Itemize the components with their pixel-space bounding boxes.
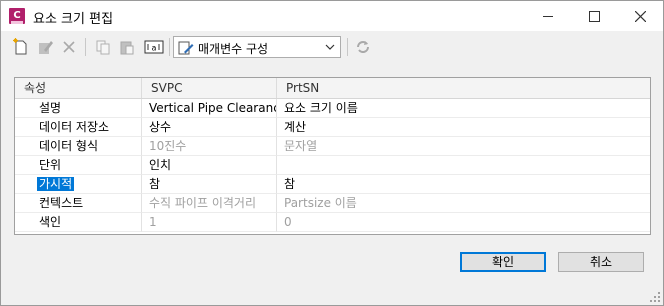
prtsn-cell[interactable]: Partsize 이름 [277,194,650,213]
table-row[interactable]: 가시적 참 참 [15,175,650,194]
svg-text:a: a [152,44,157,53]
parameter-configuration-dropdown[interactable]: 매개변수 구성 [173,36,341,58]
row-label-selected: 가시적 [15,175,142,194]
prtsn-cell[interactable] [277,156,650,175]
svpc-cell[interactable]: 참 [142,175,277,194]
table-row[interactable]: 컨텍스트 수직 파이프 이격거리 Partsize 이름 [15,194,650,213]
new-parameter-icon [13,38,27,55]
toolbar-separator [347,38,348,56]
delete-icon [63,41,75,53]
edit-parameter-icon [39,41,53,54]
prtsn-cell[interactable]: 계산 [277,118,650,137]
row-label: 컨텍스트 [15,194,142,213]
prtsn-cell[interactable]: 요소 크기 이름 [277,99,650,118]
prtsn-cell[interactable]: 참 [277,175,650,194]
table-row[interactable]: 색인 1 0 [15,213,650,232]
close-icon [634,10,646,22]
svpc-cell[interactable]: 상수 [142,118,277,137]
refresh-icon [357,41,369,53]
header-svpc[interactable]: SVPC [142,78,277,98]
row-label: 색인 [15,213,142,232]
rename-button[interactable]: a [143,37,165,57]
svpc-cell[interactable]: 1 [142,213,277,232]
table-row[interactable]: 설명 Vertical Pipe Clearance 요소 크기 이름 [15,99,650,118]
parameter-configuration-value: 매개변수 구성 [198,42,269,56]
toolbar-separator [169,38,170,56]
header-property[interactable]: 속성 [15,78,142,98]
table-row[interactable]: 데이터 형식 10진수 문자열 [15,137,650,156]
prtsn-cell[interactable]: 문자열 [277,137,650,156]
maximize-button[interactable] [571,1,617,31]
paste-icon [120,41,134,55]
paste-button[interactable] [117,37,137,57]
header-prtsn[interactable]: PrtSN [277,78,650,98]
copy-button[interactable] [93,37,113,57]
table-row[interactable]: 데이터 저장소 상수 계산 [15,118,650,137]
resize-grip-icon[interactable] [650,292,660,302]
svpc-cell[interactable]: 수직 파이프 이격거리 [142,194,277,213]
minimize-button[interactable] [525,1,571,31]
window-title: 요소 크기 편집 [33,12,114,27]
row-label: 데이터 저장소 [15,118,142,137]
edit-parameter-button[interactable] [35,37,55,57]
svpc-cell[interactable]: 10진수 [142,137,277,156]
toolbar: a 매개변수 구성 [1,32,663,62]
title-bar: C 요소 크기 편집 [1,1,663,31]
parameter-configuration-icon [178,41,194,55]
toolbar-separator [85,38,86,56]
close-button[interactable] [617,1,663,31]
row-label: 단위 [15,156,142,175]
grid-header: 속성 SVPC PrtSN [15,78,650,99]
ok-button[interactable]: 확인 [460,252,546,272]
svpc-cell[interactable]: 인치 [142,156,277,175]
row-label: 데이터 형식 [15,137,142,156]
edit-part-size-dialog: C 요소 크기 편집 a 매개변수 구성 속성 SVPC PrtSN 설명 Ve… [0,0,664,306]
chevron-down-icon [325,44,335,50]
maximize-icon [588,10,600,22]
row-label: 설명 [15,99,142,118]
delete-parameter-button[interactable] [59,37,79,57]
copy-icon [96,40,110,55]
prtsn-cell[interactable]: 0 [277,213,650,232]
cancel-button[interactable]: 취소 [558,252,644,272]
refresh-button[interactable] [353,37,373,57]
table-row[interactable]: 단위 인치 [15,156,650,175]
parameter-grid[interactable]: 속성 SVPC PrtSN 설명 Vertical Pipe Clearance… [14,77,651,235]
new-parameter-button[interactable] [11,37,31,57]
minimize-icon [543,15,553,17]
svpc-cell[interactable]: Vertical Pipe Clearance [142,99,277,118]
text-field-icon: a [144,40,164,54]
civil3d-app-icon: C [9,8,25,24]
